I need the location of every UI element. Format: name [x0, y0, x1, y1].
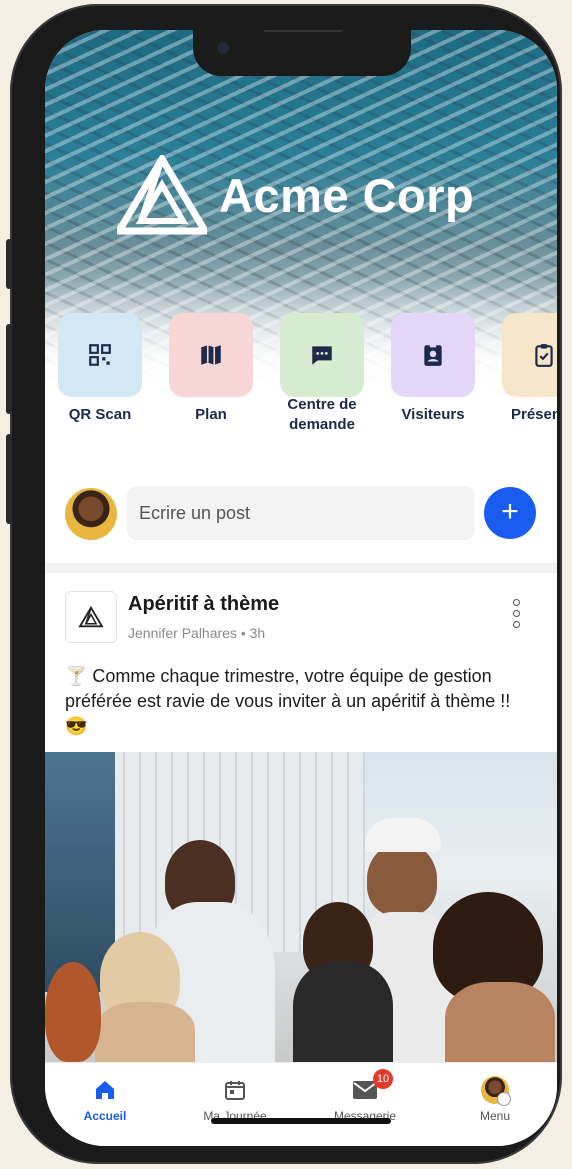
qr-code-icon [89, 344, 111, 366]
post-author-logo[interactable] [65, 591, 117, 643]
shortcut-qr-scan[interactable]: QR Scan [45, 313, 155, 425]
badge-icon [424, 344, 442, 366]
shortcut-label: Visiteurs [401, 406, 465, 423]
shortcut-label: QR Scan [68, 406, 132, 423]
shortcut-visiteurs[interactable]: Visiteurs [378, 313, 488, 425]
bottom-tab-bar: Accueil Ma Journée 10 Messagerie Menu [45, 1062, 557, 1146]
clipboard-check-icon [535, 344, 553, 367]
volume-down-button [6, 434, 12, 524]
acme-logo-icon [78, 606, 104, 628]
post-composer: Ecrire un post + [45, 478, 557, 564]
post-meta: Jennifer Palhares • 3h [128, 625, 266, 641]
post-image[interactable] [45, 752, 557, 1062]
post-title[interactable]: Apéritif à thème [128, 593, 279, 616]
post-body: 🍸 Comme chaque trimestre, votre équipe d… [65, 666, 511, 736]
chat-bubble-icon [312, 346, 332, 365]
map-icon [201, 345, 221, 365]
tab-menu[interactable]: Menu [445, 1076, 545, 1123]
shortcut-presence[interactable]: Présen [489, 313, 557, 425]
shortcut-label: Présen [511, 406, 557, 423]
tab-label: Accueil [83, 1109, 127, 1123]
notch [193, 30, 411, 76]
unread-badge: 10 [373, 1069, 393, 1089]
home-icon [96, 1081, 114, 1099]
camera-icon [217, 42, 229, 54]
shortcut-label: Centre de demande [287, 396, 357, 433]
acme-logo-icon [117, 155, 207, 235]
tab-messagerie[interactable]: 10 Messagerie [315, 1069, 415, 1123]
brand-logo: Acme Corp [117, 155, 474, 235]
post-header: Apéritif à thème Jennifer Palhares • 3h [45, 583, 557, 653]
app-screen: Acme Corp QR Scan Plan Centre de demande… [45, 30, 557, 1146]
shortcut-centre-de-demande[interactable]: Centre de demande [267, 313, 377, 435]
tab-ma-journee[interactable]: Ma Journée [185, 1077, 285, 1123]
avatar[interactable] [65, 488, 117, 540]
add-post-button[interactable]: + [484, 487, 536, 539]
divider [45, 563, 557, 573]
mute-switch [6, 239, 12, 289]
shortcut-plan[interactable]: Plan [156, 313, 266, 425]
more-options-icon[interactable] [511, 599, 521, 633]
post-input[interactable]: Ecrire un post [127, 486, 475, 540]
tab-accueil[interactable]: Accueil [55, 1077, 155, 1123]
calendar-icon [225, 1081, 245, 1100]
avatar-icon [481, 1076, 511, 1106]
shortcut-label: Plan [195, 406, 227, 423]
shortcut-row: QR Scan Plan Centre de demande Visiteurs… [53, 313, 557, 453]
tab-label: Menu [479, 1109, 511, 1123]
volume-up-button [6, 324, 12, 414]
brand-name: Acme Corp [219, 168, 475, 222]
home-indicator [211, 1118, 391, 1124]
